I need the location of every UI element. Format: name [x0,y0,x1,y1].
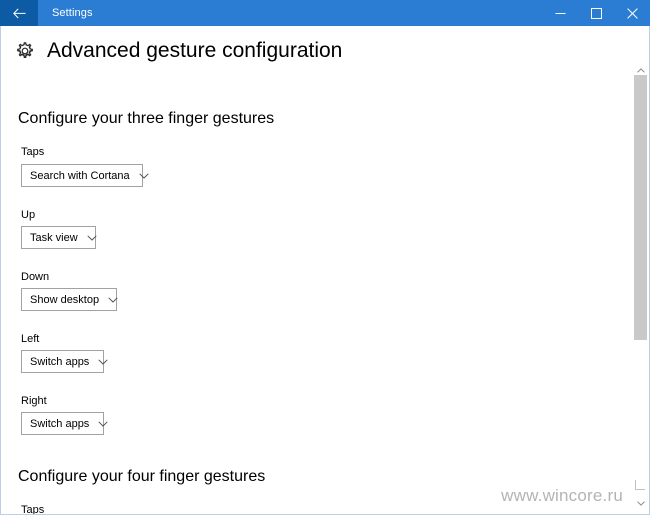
back-arrow-icon [12,7,26,19]
maximize-icon [590,7,602,19]
dropdown-value: Task view [30,231,78,244]
chevron-down-icon [87,234,97,241]
watermark: www.wincore.ru [501,486,623,505]
back-button[interactable] [0,0,38,26]
window-title: Settings [52,7,93,19]
dropdown-value: Show desktop [30,293,100,306]
close-button[interactable] [614,0,650,26]
titlebar: Settings [0,0,650,26]
dropdown-value: Search with Cortana [30,169,130,182]
field-label-three-left: Left [21,333,40,345]
field-label-three-up: Up [21,209,36,221]
gear-icon [14,40,36,62]
settings-content: Configure your three finger gestures Tap… [1,78,632,515]
chevron-down-icon [139,172,149,179]
settings-window: Settings Advanced gesture configuration … [0,0,650,515]
field-label-four-taps: Taps [21,504,45,515]
scroll-down-arrow-icon [636,501,645,506]
window-controls [542,0,650,26]
vertical-scrollbar[interactable] [632,26,649,514]
scrollbar-thumb[interactable] [634,75,647,340]
scroll-down-button[interactable] [632,495,649,512]
minimize-icon [555,8,566,19]
chevron-down-icon [108,296,118,303]
chevron-down-icon [98,420,108,427]
dropdown-value: Switch apps [30,417,90,430]
window-body: Advanced gesture configuration Configure… [0,26,650,515]
dropdown-three-finger-up[interactable]: Task view [21,226,97,249]
dropdown-three-finger-right[interactable]: Switch apps [21,412,108,435]
dropdown-three-finger-left[interactable]: Switch apps [21,350,108,373]
field-label-three-taps: Taps [21,146,45,158]
maximize-button[interactable] [578,0,614,26]
section-heading-three-finger: Configure your three finger gestures [18,110,275,127]
field-label-three-down: Down [21,271,50,283]
dropdown-three-finger-taps[interactable]: Search with Cortana [21,164,149,187]
dropdown-value: Switch apps [30,355,90,368]
dropdown-three-finger-down[interactable]: Show desktop [21,288,118,311]
page-title: Advanced gesture configuration [47,39,343,62]
field-label-three-right: Right [21,395,47,407]
resize-corner [635,480,645,490]
minimize-button[interactable] [542,0,578,26]
page-header: Advanced gesture configuration [14,38,342,64]
section-heading-four-finger: Configure your four finger gestures [18,468,266,485]
close-icon [626,7,638,19]
chevron-down-icon [98,358,108,365]
scroll-up-arrow-icon [636,68,645,73]
